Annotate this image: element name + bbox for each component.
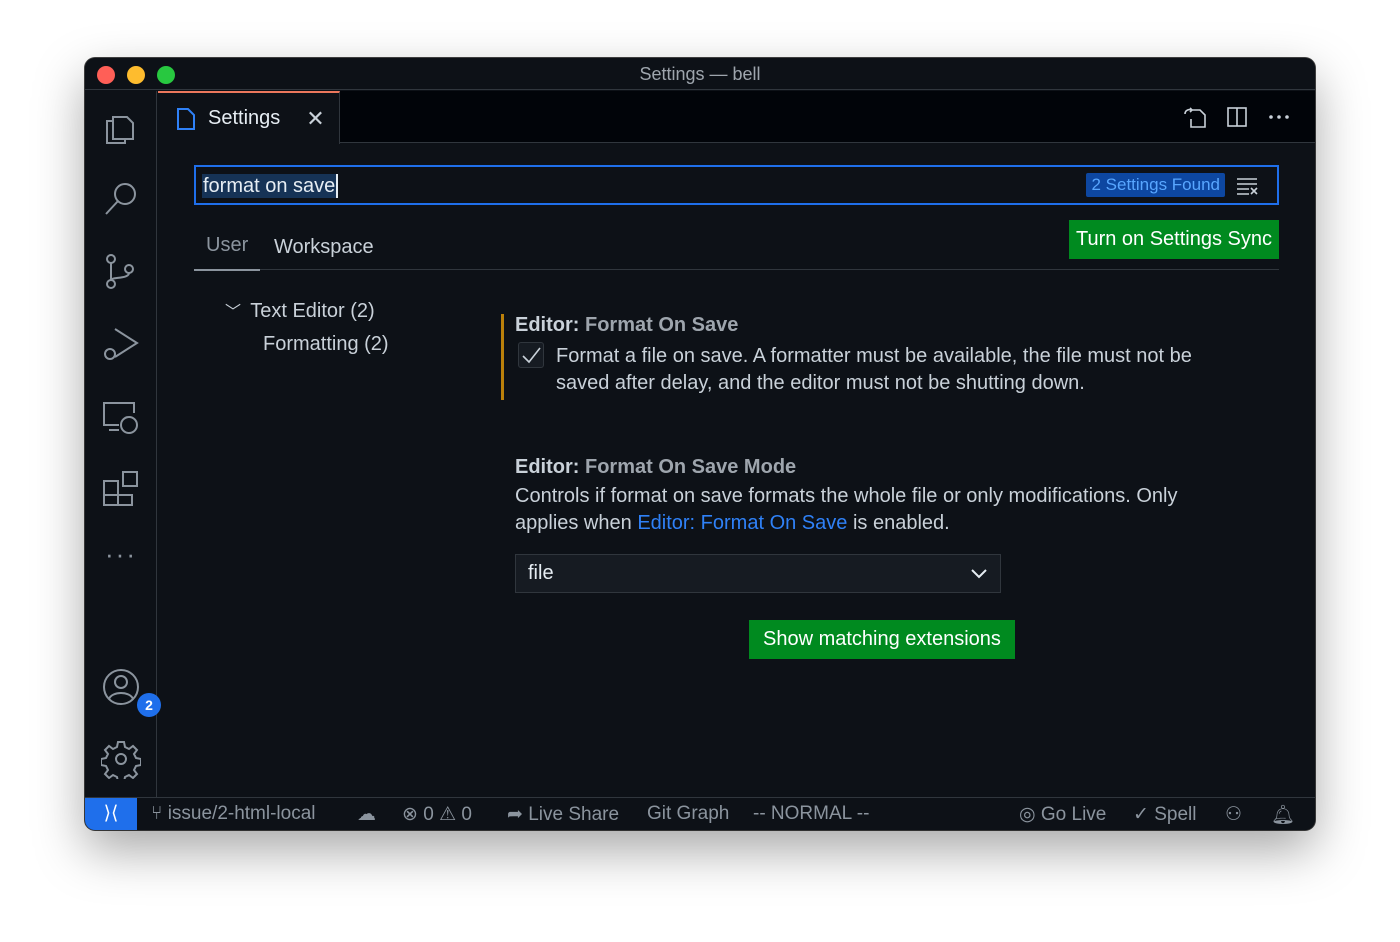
- toc-item-text-editor[interactable]: ﹀ Text Editor (2): [225, 298, 389, 323]
- scope-tabs: User Workspace Turn on Settings Sync: [194, 220, 1279, 271]
- settings-toc: ﹀ Text Editor (2) Formatting (2): [225, 298, 389, 356]
- format-on-save-checkbox[interactable]: [518, 342, 544, 368]
- more-icon[interactable]: ···: [101, 539, 141, 579]
- remote-explorer-icon[interactable]: [101, 397, 141, 437]
- turn-on-settings-sync-button[interactable]: Turn on Settings Sync: [1068, 220, 1279, 259]
- close-window-button[interactable]: [97, 66, 115, 84]
- tab-settings[interactable]: Settings ✕: [158, 91, 340, 144]
- accounts-icon[interactable]: 2: [101, 667, 161, 717]
- open-settings-json-icon[interactable]: [1183, 105, 1207, 129]
- setting-format-on-save-mode: Editor: Format On Save Mode Controls if …: [501, 456, 1231, 537]
- branch-item[interactable]: ⑂ issue/2-html-local: [151, 803, 316, 825]
- format-on-save-mode-select[interactable]: file: [515, 554, 1001, 593]
- title-bar: Settings — bell: [85, 58, 1315, 90]
- files-icon[interactable]: [101, 107, 141, 147]
- chevron-down-icon: ﹀: [225, 304, 242, 321]
- live-share-item[interactable]: ➦ Live Share: [507, 803, 619, 826]
- format-on-save-link[interactable]: Editor: Format On Save: [637, 512, 847, 534]
- search-value[interactable]: format on save: [202, 174, 339, 198]
- settings-search-input[interactable]: format on save 2 Settings Found: [194, 165, 1279, 205]
- clear-search-icon[interactable]: [1235, 175, 1259, 197]
- tab-label: Settings: [208, 107, 281, 129]
- source-control-icon[interactable]: [101, 251, 141, 291]
- extensions-icon[interactable]: [101, 469, 141, 509]
- settings-found-badge: 2 Settings Found: [1086, 173, 1225, 197]
- minimize-window-button[interactable]: [127, 66, 145, 84]
- check-icon: [522, 347, 541, 364]
- chevron-down-icon: [971, 569, 987, 579]
- toc-item-formatting[interactable]: Formatting (2): [263, 333, 389, 356]
- activity-bar: ··· 2: [85, 91, 161, 797]
- vim-mode: -- NORMAL --: [753, 803, 870, 824]
- error-icon: ⊗: [402, 804, 418, 825]
- check-icon: ✓: [1133, 804, 1149, 825]
- broadcast-icon: ◎: [1019, 804, 1036, 825]
- setting-title: Editor: Format On Save: [515, 314, 739, 336]
- setting-title: Editor: Format On Save Mode: [515, 456, 797, 478]
- close-tab-icon[interactable]: ✕: [306, 106, 324, 132]
- search-icon[interactable]: [101, 179, 141, 219]
- problems-item[interactable]: ⊗ 0 ⚠ 0: [402, 803, 472, 826]
- spell-item[interactable]: ✓ Spell: [1133, 803, 1196, 826]
- window-title: Settings — bell: [639, 64, 761, 84]
- live-share-icon: ➦: [507, 804, 523, 825]
- sync-cloud-icon[interactable]: ☁: [357, 803, 376, 826]
- bell-icon[interactable]: 🔔︎: [1271, 803, 1295, 827]
- status-bar: ⟩⟨ ⑂ issue/2-html-local ☁ ⊗ 0 ⚠ 0 ➦ Live…: [85, 797, 1315, 830]
- editor-tab-bar: Settings ✕: [158, 91, 1315, 144]
- maximize-window-button[interactable]: [157, 66, 175, 84]
- setting-format-on-save: Editor: Format On Save Format a file on …: [501, 314, 1231, 400]
- vscode-window: Settings — bell ··· 2 Settings ✕ format …: [85, 58, 1315, 830]
- feedback-icon[interactable]: ⚇: [1225, 803, 1242, 826]
- file-icon: [177, 107, 195, 130]
- run-debug-icon[interactable]: [101, 323, 141, 363]
- accounts-badge: 2: [137, 693, 161, 717]
- more-actions-icon[interactable]: [1267, 105, 1291, 129]
- remote-icon[interactable]: ⟩⟨: [85, 798, 137, 830]
- git-graph-item[interactable]: Git Graph: [647, 803, 729, 825]
- branch-icon: ⑂: [151, 803, 163, 824]
- tab-user[interactable]: User: [194, 234, 261, 271]
- show-matching-extensions-button[interactable]: Show matching extensions: [749, 620, 1015, 659]
- tab-workspace[interactable]: Workspace: [274, 236, 374, 259]
- gear-icon[interactable]: [100, 739, 142, 783]
- split-editor-icon[interactable]: [1225, 105, 1249, 129]
- warning-icon: ⚠: [439, 804, 457, 825]
- go-live-item[interactable]: ◎ Go Live: [1019, 803, 1106, 826]
